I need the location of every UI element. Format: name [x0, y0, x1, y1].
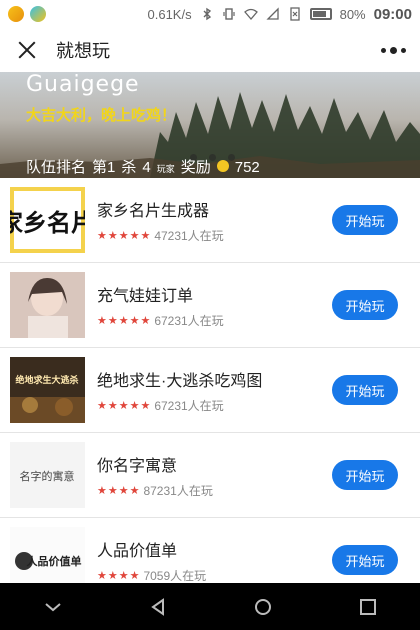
clock: 09:00 [373, 5, 412, 23]
thumbnail[interactable]: 绝地求生大逃杀 [10, 357, 85, 423]
page-title: 就想玩 [56, 41, 110, 61]
more-icon[interactable] [381, 46, 406, 54]
list-item[interactable]: 充气娃娃订单 ★★★★★ 67231人在玩 开始玩 [0, 263, 420, 348]
rating-stars: ★★★★★ [97, 399, 152, 412]
player-count: 67231人在玩 [154, 398, 224, 413]
app-notification-icon-2 [30, 6, 46, 22]
bluetooth-icon [203, 7, 211, 21]
thumbnail[interactable]: 名字的寓意 [10, 442, 85, 508]
banner-stats: 队伍排名 第1 杀 4 玩家 奖励 752 [26, 156, 260, 177]
start-play-button[interactable]: 开始玩 [332, 460, 398, 490]
coin-icon [216, 160, 229, 172]
list-item[interactable]: 名字的寓意 你名字寓意 ★★★★ 87231人在玩 开始玩 [0, 433, 420, 518]
start-play-button[interactable]: 开始玩 [332, 290, 398, 320]
thumbnail[interactable] [10, 272, 85, 338]
thumbnail-label: 绝地求生大逃杀 [15, 374, 78, 386]
player-count: 47231人在玩 [154, 228, 224, 243]
kills-unit: 玩家 [156, 164, 175, 174]
signal-icon [266, 7, 279, 20]
list-item[interactable]: 家乡名片 家乡名片生成器 ★★★★★ 47231人在玩 开始玩 [0, 178, 420, 263]
status-bar: 0.61K/s 80% 09:00 [0, 0, 420, 28]
start-play-button[interactable]: 开始玩 [332, 545, 398, 575]
app-notification-icon [8, 6, 24, 22]
thumbnail[interactable]: 人品价值单 [10, 527, 85, 583]
back-icon[interactable] [149, 597, 167, 616]
promo-banner[interactable]: Guaigege 大吉大利，晚上吃鸡！ 队伍排名 第1 杀 4 玩家 奖励 75… [0, 72, 420, 178]
reward-value: 752 [234, 159, 260, 176]
thumbnail-label: 人品价值单 [27, 554, 82, 568]
item-title: 家乡名片生成器 [97, 202, 210, 220]
chevron-down-icon[interactable] [44, 601, 62, 613]
recents-icon[interactable] [359, 598, 377, 616]
item-title: 绝地求生·大逃杀吃鸡图 [97, 372, 263, 390]
player-count: 7059人在玩 [143, 568, 207, 583]
item-title: 充气娃娃订单 [97, 287, 194, 305]
home-icon[interactable] [254, 598, 272, 616]
item-title: 人品价值单 [97, 542, 178, 560]
kills-value: 4 [142, 159, 151, 176]
battery-percent: 80% [339, 6, 366, 22]
thumbnail-label: 名字的寓意 [20, 469, 75, 483]
network-speed: 0.61K/s [147, 6, 192, 22]
no-sim-icon [289, 7, 300, 21]
nav-bar: 就想玩 [0, 28, 420, 72]
thumbnail[interactable]: 家乡名片 [10, 187, 85, 253]
vibrate-icon [222, 8, 235, 20]
game-list[interactable]: 家乡名片 家乡名片生成器 ★★★★★ 47231人在玩 开始玩 充气娃娃订单 ★… [0, 178, 420, 583]
rank-value: 第1 [92, 159, 116, 176]
banner-player-name: Guaigege [26, 72, 140, 97]
start-play-button[interactable]: 开始玩 [332, 375, 398, 405]
list-item[interactable]: 绝地求生大逃杀 绝地求生·大逃杀吃鸡图 ★★★★★ 67231人在玩 开始玩 [0, 348, 420, 433]
close-icon[interactable] [14, 37, 40, 63]
player-count: 87231人在玩 [143, 483, 213, 498]
reward-label: 奖励 [180, 159, 211, 176]
banner-tagline: 大吉大利，晚上吃鸡！ [26, 107, 177, 124]
start-play-button[interactable]: 开始玩 [332, 205, 398, 235]
rating-stars: ★★★★★ [97, 314, 152, 327]
rating-stars: ★★★★ [97, 484, 141, 497]
thumbnail-label: 家乡名片 [10, 209, 85, 237]
item-title: 你名字寓意 [97, 457, 178, 475]
rating-stars: ★★★★★ [97, 229, 152, 242]
wifi-icon [243, 8, 258, 20]
player-count: 67231人在玩 [154, 313, 224, 328]
battery-icon [309, 8, 332, 20]
list-item[interactable]: 人品价值单 人品价值单 ★★★★ 7059人在玩 开始玩 [0, 518, 420, 583]
rank-label: 队伍排名 [26, 159, 87, 176]
rating-stars: ★★★★ [97, 569, 141, 582]
system-nav-bar [0, 583, 420, 630]
kills-label: 杀 [121, 159, 137, 176]
